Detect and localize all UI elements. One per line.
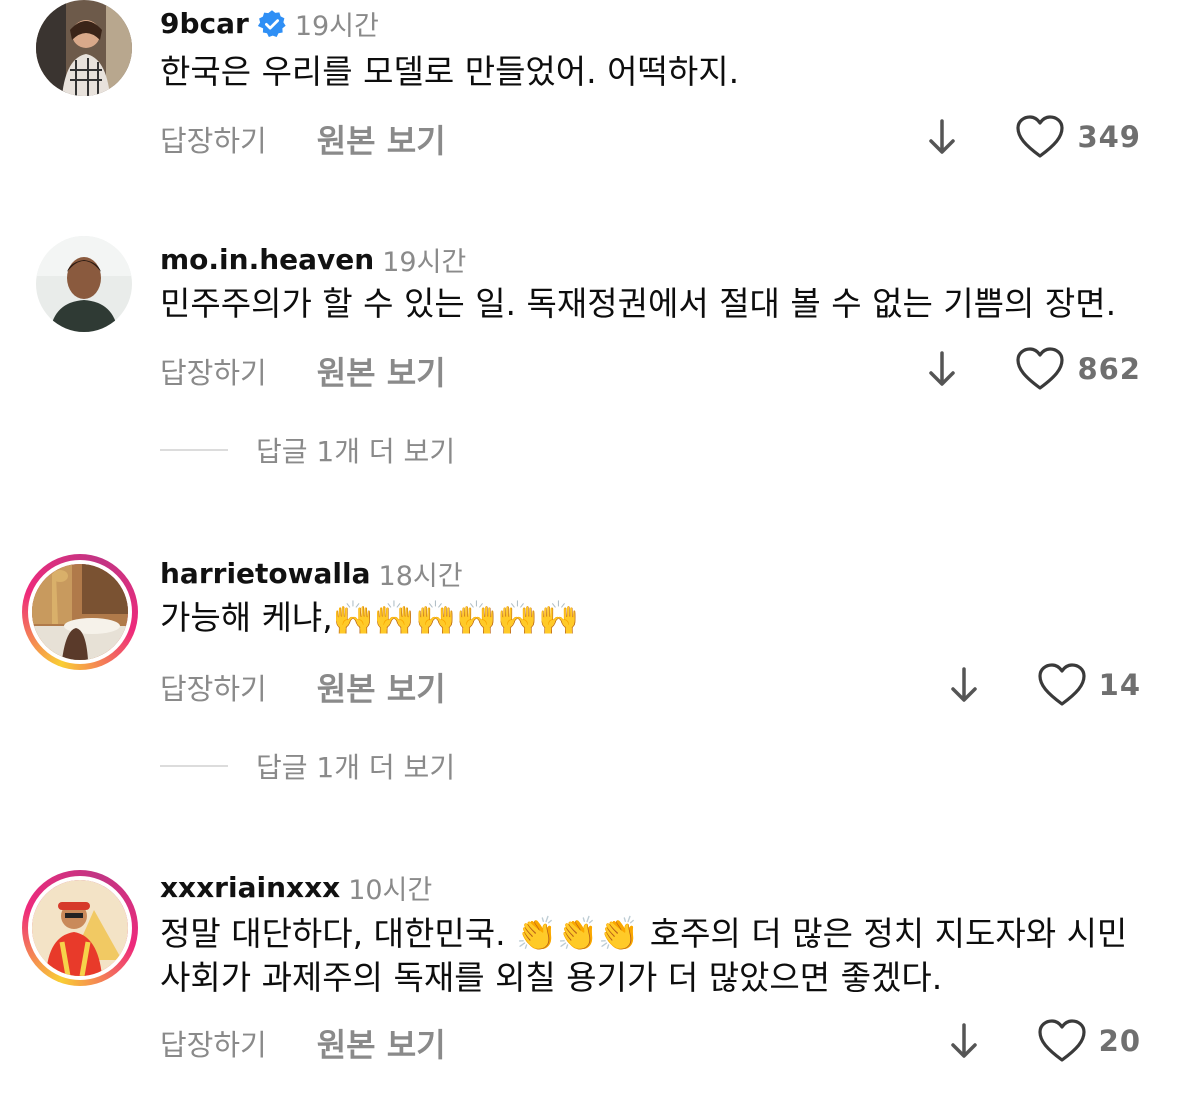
comment-text: 가능해 케냐,🙌🙌🙌🙌🙌🙌	[160, 598, 580, 637]
down-arrow-icon[interactable]	[925, 117, 959, 157]
see-original-button[interactable]: 원본 보기	[317, 348, 446, 394]
see-original-button[interactable]: 원본 보기	[317, 1020, 446, 1066]
comment-time: 10시간	[348, 875, 433, 906]
divider	[160, 765, 228, 767]
view-more-replies-button[interactable]: 답글 1개 더 보기	[160, 746, 455, 786]
avatar-image	[36, 0, 132, 96]
reply-button[interactable]: 답장하기	[160, 350, 267, 392]
like-count: 20	[1098, 1024, 1141, 1058]
avatar[interactable]	[22, 554, 138, 670]
avatar-image	[32, 564, 128, 660]
comment-username[interactable]: mo.in.heaven	[160, 243, 374, 276]
like-count: 862	[1077, 352, 1141, 386]
comment-time: 18시간	[378, 561, 463, 592]
reply-button[interactable]: 답장하기	[160, 666, 267, 708]
comment-username[interactable]: 9bcar	[160, 7, 249, 40]
view-more-replies-label: 답글 1개 더 보기	[256, 435, 456, 468]
comment-time: 19시간	[382, 247, 467, 278]
view-more-replies-label: 답글 1개 더 보기	[256, 751, 456, 784]
like-count: 349	[1077, 120, 1141, 154]
heart-icon[interactable]	[1015, 346, 1065, 392]
like-count: 14	[1098, 668, 1141, 702]
divider	[160, 449, 228, 451]
down-arrow-icon[interactable]	[947, 665, 981, 705]
down-arrow-icon[interactable]	[947, 1021, 981, 1061]
verified-badge-icon	[257, 9, 286, 37]
view-more-replies-button[interactable]: 답글 1개 더 보기	[160, 430, 455, 470]
avatar[interactable]	[22, 870, 138, 986]
heart-icon[interactable]	[1037, 662, 1087, 708]
comment-time: 19시간	[294, 11, 379, 42]
see-original-button[interactable]: 원본 보기	[317, 664, 446, 710]
heart-icon[interactable]	[1015, 114, 1065, 160]
reply-button[interactable]: 답장하기	[160, 1022, 267, 1064]
heart-icon[interactable]	[1037, 1018, 1087, 1064]
comment-text: 민주주의가 할 수 있는 일. 독재정권에서 절대 볼 수 없는 기쁨의 장면.	[160, 284, 1117, 323]
down-arrow-icon[interactable]	[925, 349, 959, 389]
avatar-image	[32, 880, 128, 976]
comment-username[interactable]: harrietowalla	[160, 557, 371, 590]
avatar[interactable]	[36, 0, 132, 96]
see-original-button[interactable]: 원본 보기	[317, 116, 446, 162]
comment-text: 정말 대단하다, 대한민국. 👏👏👏 호주의 더 많은 정치 지도자와 시민 사…	[160, 914, 1128, 997]
avatar[interactable]	[36, 236, 132, 332]
comment-text: 한국은 우리를 모델로 만들었어. 어떡하지.	[160, 52, 740, 91]
reply-button[interactable]: 답장하기	[160, 118, 267, 160]
avatar-image	[36, 236, 132, 332]
comment-username[interactable]: xxxriainxxx	[160, 871, 340, 904]
